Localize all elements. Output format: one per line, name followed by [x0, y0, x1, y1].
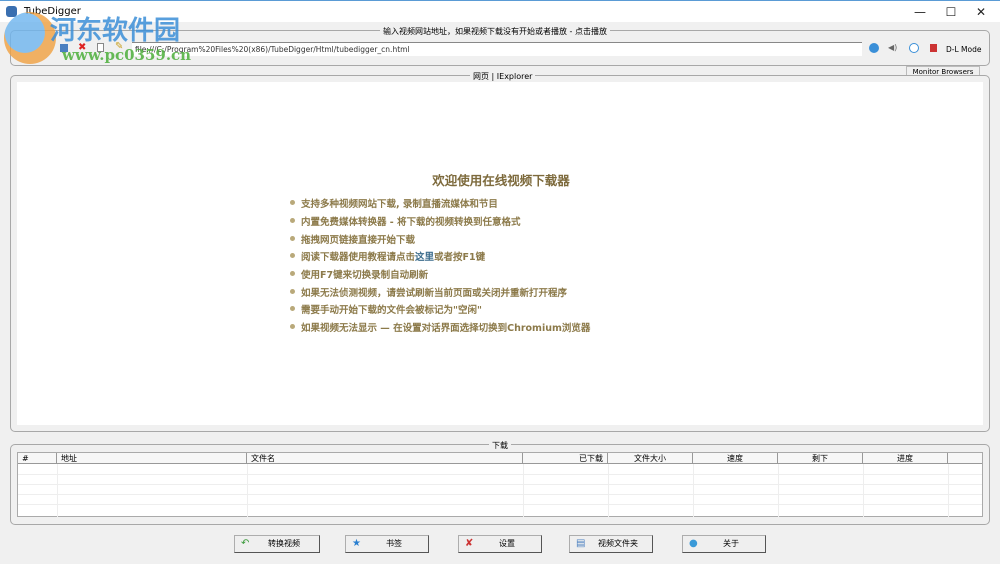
- col-line: [863, 464, 864, 517]
- maximize-button[interactable]: ☐: [936, 3, 966, 21]
- bullet-item: 如果视频无法显示 — 在设置对话界面选择切换到Chromium浏览器: [290, 320, 590, 334]
- record-icon[interactable]: [930, 44, 937, 52]
- bullet-item: 使用F7键来切换录制自动刷新: [290, 267, 428, 281]
- url-input[interactable]: file:///C:/Program%20Files%20(x86)/TubeD…: [132, 42, 862, 56]
- col-line: [247, 464, 248, 517]
- column-header-filename[interactable]: 文件名: [247, 453, 523, 464]
- welcome-title: 欢迎使用在线视频下载器: [432, 173, 570, 188]
- settings-button[interactable]: ✘ 设置: [458, 535, 542, 553]
- help-link[interactable]: 这里: [415, 252, 434, 263]
- button-label: 转换视频: [268, 539, 300, 548]
- browser-group-legend: 网页 | IExplorer: [470, 71, 536, 82]
- url-group-legend: 输入视频网站地址，如果视频下载没有开始或者播放 - 点击播放: [380, 26, 610, 37]
- bullet-item: 内置免费媒体转换器 - 将下载的视频转换到任意格式: [290, 214, 521, 228]
- column-header-blank: [948, 453, 982, 464]
- column-header-size[interactable]: 文件大小: [608, 453, 693, 464]
- column-header-number[interactable]: #: [18, 453, 57, 464]
- about-button[interactable]: ● 关于: [682, 535, 766, 553]
- watermark-url: www.pc0359.cn: [62, 46, 192, 64]
- bullet-item: 支持多种视频网站下载, 录制直播流媒体和节目: [290, 196, 498, 210]
- bookmarks-button[interactable]: ★ 书签: [345, 535, 429, 553]
- row-line: [18, 474, 982, 475]
- bullet-item: 如果无法侦测视频，请尝试刷新当前页面或关闭并重新打开程序: [290, 285, 567, 299]
- column-header-address[interactable]: 地址: [57, 453, 247, 464]
- row-line: [18, 504, 982, 505]
- close-button[interactable]: ✕: [966, 3, 996, 21]
- column-header-speed[interactable]: 速度: [693, 453, 778, 464]
- col-line: [57, 464, 58, 517]
- mute-icon[interactable]: ◀): [888, 43, 897, 52]
- col-line: [693, 464, 694, 517]
- video-folder-button[interactable]: ▤ 视频文件夹: [569, 535, 653, 553]
- watermark-logo: [4, 12, 56, 64]
- button-label: 关于: [723, 539, 739, 548]
- button-label: 书签: [386, 539, 402, 548]
- bullet-text: 阅读下载器使用教程请点击: [301, 252, 416, 263]
- bullet-text: 或者按F1键: [434, 252, 486, 263]
- downloads-group-legend: 下载: [489, 440, 511, 451]
- dl-mode-button[interactable]: D-L Mode: [946, 45, 981, 54]
- button-label: 设置: [499, 539, 515, 548]
- column-header-remaining[interactable]: 剩下: [778, 453, 863, 464]
- bullet-item: 阅读下载器使用教程请点击这里或者按F1键: [290, 249, 485, 263]
- col-line: [523, 464, 524, 517]
- row-line: [18, 494, 982, 495]
- button-label: 视频文件夹: [598, 539, 638, 548]
- downloads-table[interactable]: # 地址 文件名 已下载 文件大小 速度 剩下 进度: [17, 452, 983, 517]
- col-line: [948, 464, 949, 517]
- row-line: [18, 484, 982, 485]
- play-icon[interactable]: [869, 43, 879, 53]
- col-line: [778, 464, 779, 517]
- timer-icon[interactable]: [909, 43, 919, 53]
- bullet-item: 需要手动开始下载的文件会被标记为"空闲": [290, 302, 482, 316]
- col-line: [608, 464, 609, 517]
- column-header-downloaded[interactable]: 已下载: [523, 453, 608, 464]
- minimize-button[interactable]: —: [905, 3, 935, 21]
- column-header-progress[interactable]: 进度: [863, 453, 948, 464]
- web-view[interactable]: [17, 82, 983, 425]
- convert-video-button[interactable]: ↶ 转换视频: [234, 535, 320, 553]
- bullet-item: 拖拽网页链接直接开始下载: [290, 232, 415, 246]
- watermark-name: 河东软件园: [50, 16, 181, 46]
